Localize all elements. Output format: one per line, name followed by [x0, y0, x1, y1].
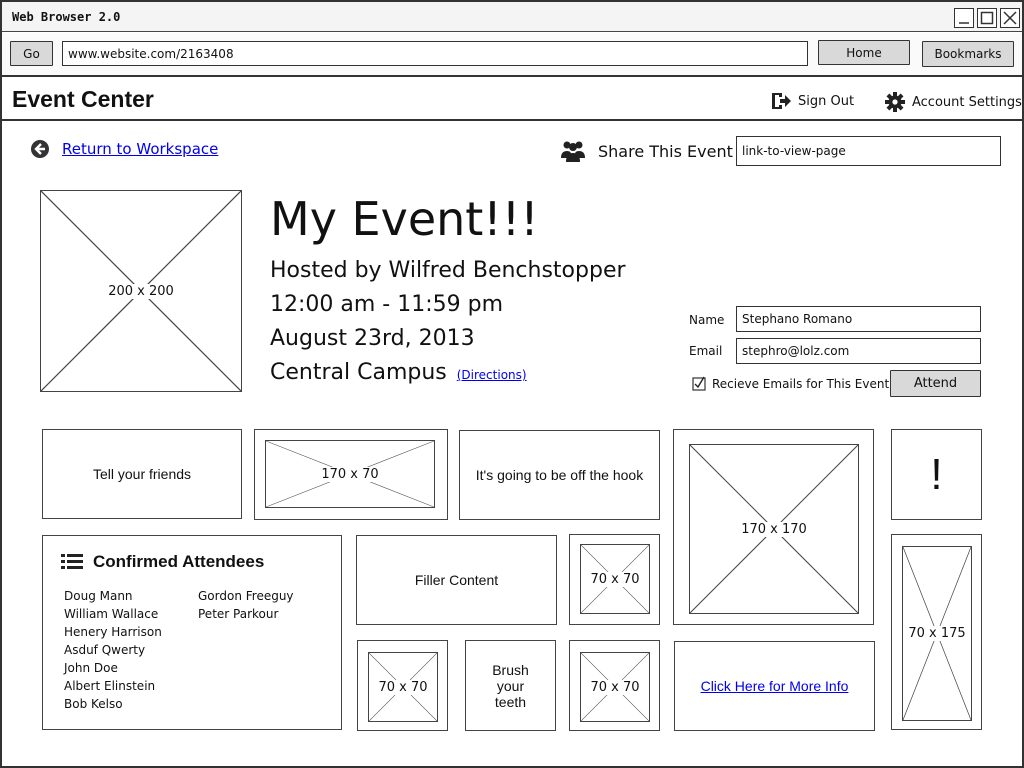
minimize-icon — [959, 22, 969, 24]
page-title: Event Center — [12, 86, 154, 112]
filler-content-tile: Filler Content — [356, 535, 557, 625]
url-input[interactable]: www.website.com/2163408 — [62, 41, 808, 66]
image-tile-70x175: 70 x 175 — [891, 534, 982, 730]
share-link-input[interactable]: link-to-view-page — [736, 136, 1001, 166]
return-nav: Return to Workspace — [30, 139, 218, 159]
browser-window: Web Browser 2.0 Go www.website.com/21634… — [0, 0, 1024, 768]
browser-toolbar: Go www.website.com/2163408 Home Bookmark… — [2, 33, 1022, 77]
attend-button[interactable]: Attend — [890, 370, 981, 397]
maximize-icon — [980, 11, 994, 25]
email-opt-in: Recieve Emails for This Event — [692, 376, 889, 391]
image-170x170-placeholder: 170 x 170 — [689, 444, 859, 614]
event-image-label: 200 x 200 — [106, 283, 176, 299]
list-item: Asduf Qwerty — [64, 643, 146, 657]
more-info-link[interactable]: Click Here for More Info — [701, 678, 849, 694]
image-tile-70x70-b: 70 x 70 — [357, 640, 448, 731]
minimize-button[interactable] — [954, 8, 974, 28]
bookmarks-button[interactable]: Bookmarks — [922, 41, 1014, 67]
list-item: Albert Elinstein — [64, 679, 156, 693]
image-170x70-label: 170 x 70 — [319, 466, 381, 482]
image-70x175-label: 70 x 175 — [906, 626, 968, 641]
image-70x70-c-label: 70 x 70 — [588, 679, 642, 695]
event-location-row: Central Campus (Directions) — [270, 360, 527, 385]
users-icon — [561, 141, 585, 162]
exclamation-tile: ! — [891, 429, 982, 520]
image-tile-170x70: 170 x 70 — [254, 429, 448, 520]
email-opt-in-label: Recieve Emails for This Event — [712, 376, 890, 391]
off-the-hook-tile: It's going to be off the hook — [459, 430, 660, 520]
title-bar: Web Browser 2.0 — [2, 2, 1022, 32]
more-info-tile: Click Here for More Info — [674, 641, 875, 731]
image-70x70-b-label: 70 x 70 — [376, 679, 430, 695]
window-title: Web Browser 2.0 — [12, 10, 121, 24]
email-opt-in-checkbox[interactable] — [692, 376, 707, 391]
sign-out-label: Sign Out — [798, 93, 855, 109]
share-section: Share This Event — [560, 140, 733, 162]
list-item: Doug Mann — [64, 589, 133, 603]
sign-out-link[interactable]: Sign Out — [770, 91, 854, 111]
close-button[interactable] — [1000, 8, 1020, 28]
image-70x70-c-placeholder: 70 x 70 — [580, 652, 650, 722]
image-70x70-a-placeholder: 70 x 70 — [580, 544, 650, 614]
event-title: My Event!!! — [270, 192, 539, 246]
event-location: Central Campus — [270, 360, 447, 385]
email-label: Email — [689, 344, 723, 358]
close-icon — [1003, 11, 1017, 25]
event-host: Hosted by Wilfred Benchstopper — [270, 258, 626, 283]
account-settings-link[interactable]: Account Settings — [884, 91, 1022, 113]
go-button[interactable]: Go — [10, 41, 53, 66]
list-item: Henery Harrison — [64, 625, 162, 639]
brush-teeth-tile: Brush your teeth — [465, 640, 556, 731]
list-item: John Doe — [64, 661, 118, 675]
share-label: Share This Event — [598, 141, 733, 161]
image-tile-170x170: 170 x 170 — [673, 429, 874, 625]
name-label: Name — [689, 313, 725, 327]
image-170x170-label: 170 x 170 — [739, 521, 809, 537]
image-70x175-placeholder: 70 x 175 — [902, 546, 972, 721]
image-70x70-a-label: 70 x 70 — [588, 571, 642, 587]
event-time: 12:00 am - 11:59 pm — [270, 292, 504, 317]
directions-link[interactable]: (Directions) — [457, 368, 527, 382]
list-item: Bob Kelso — [64, 697, 123, 711]
image-170x70-placeholder: 170 x 70 — [265, 440, 435, 508]
app-header: Event Center Sign Out Account Settings — [2, 79, 1022, 121]
image-tile-70x70-c: 70 x 70 — [569, 640, 660, 731]
account-settings-label: Account Settings — [912, 94, 1022, 110]
attendees-column-1: Doug Mann William Wallace Henery Harriso… — [64, 587, 162, 713]
event-date: August 23rd, 2013 — [270, 326, 475, 351]
attendees-heading: Confirmed Attendees — [93, 552, 265, 571]
name-input[interactable]: Stephano Romano — [736, 306, 981, 332]
maximize-button[interactable] — [977, 8, 997, 28]
attendees-panel: Confirmed Attendees Doug Mann William Wa… — [42, 535, 342, 730]
home-button[interactable]: Home — [818, 40, 910, 65]
list-icon — [61, 554, 83, 569]
email-input[interactable]: stephro@lolz.com — [736, 338, 981, 364]
tell-friends-tile: Tell your friends — [42, 429, 242, 519]
return-to-workspace-link[interactable]: Return to Workspace — [62, 140, 218, 158]
attendees-header: Confirmed Attendees — [61, 552, 264, 572]
list-item: Gordon Freeguy — [198, 589, 294, 603]
event-image-placeholder: 200 x 200 — [40, 190, 242, 392]
image-70x70-b-placeholder: 70 x 70 — [368, 652, 438, 722]
list-item: William Wallace — [64, 607, 159, 621]
image-tile-70x70-a: 70 x 70 — [569, 534, 660, 625]
sign-out-icon — [772, 93, 791, 109]
back-arrow-icon[interactable] — [30, 139, 50, 159]
list-item: Peter Parkour — [198, 607, 279, 621]
gear-icon — [885, 92, 905, 112]
attendees-column-2: Gordon Freeguy Peter Parkour — [198, 587, 294, 623]
